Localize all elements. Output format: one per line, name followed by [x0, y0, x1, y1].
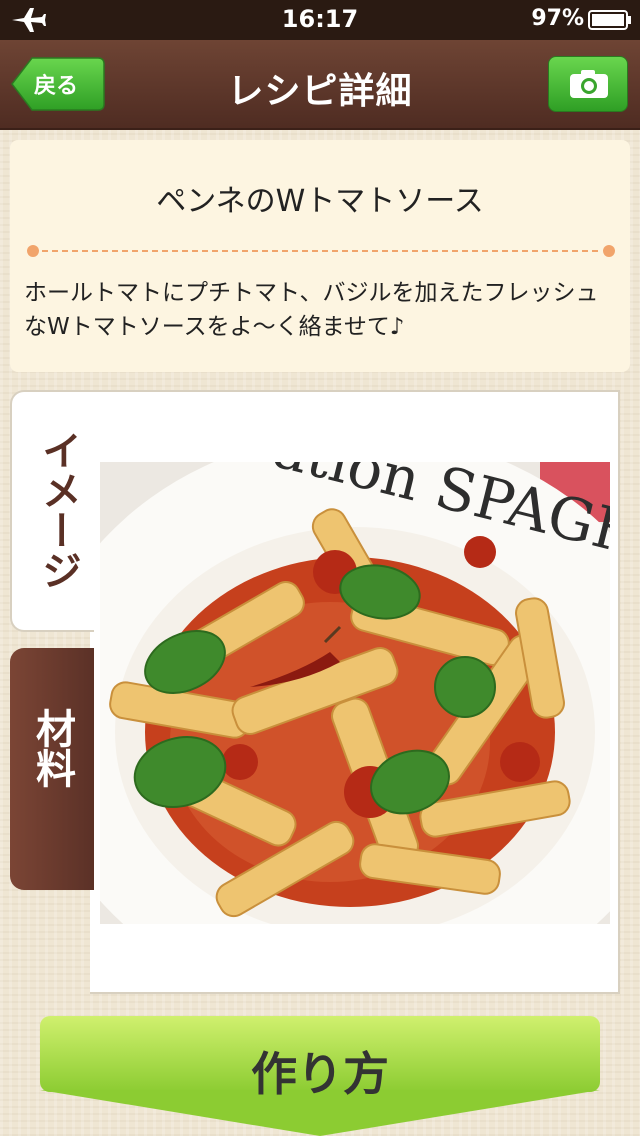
- status-bar: 16:17 97%: [0, 0, 640, 40]
- tab-ingredients-label: 材料: [29, 708, 75, 788]
- tab-image-label: イメージ: [35, 430, 81, 590]
- camera-icon: [570, 70, 608, 98]
- navigation-bar: 戻る レシピ詳細: [0, 40, 640, 130]
- battery-icon: [588, 10, 631, 30]
- recipe-photo: ation SPAGHE: [100, 462, 610, 924]
- tab-ingredients[interactable]: 材料: [10, 648, 94, 890]
- recipe-title: ペンネのWトマトソース: [156, 184, 484, 219]
- recipe-description: ホールトマトにプチトマト、バジルを加えたフレッシュなWトマトソースをよ〜く絡ませ…: [24, 280, 599, 340]
- page-title: レシピ詳細: [227, 71, 413, 112]
- recipe-header-card: ペンネのWトマトソース ホールトマトにプチトマト、バジルを加えたフレッシュなWト…: [10, 140, 630, 372]
- camera-button[interactable]: [548, 56, 628, 112]
- pasta-dish-illustration: ation SPAGHE: [100, 462, 610, 924]
- how-to-button[interactable]: 作り方: [40, 1016, 600, 1136]
- how-to-button-label: 作り方: [251, 1047, 389, 1101]
- tab-image[interactable]: イメージ: [10, 390, 94, 632]
- dotted-divider: [27, 245, 615, 257]
- battery-percent: 97%: [531, 6, 584, 31]
